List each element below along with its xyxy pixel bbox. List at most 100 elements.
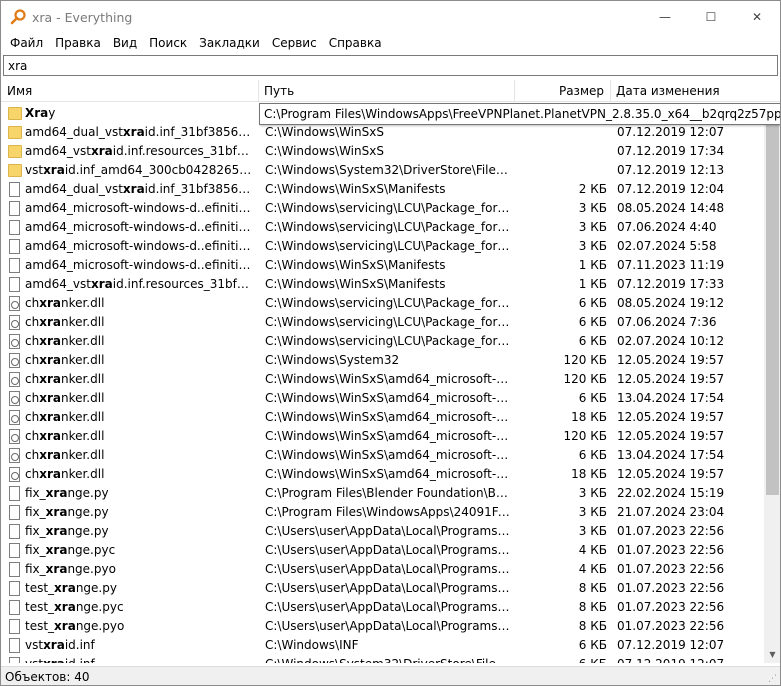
cell-name: fix_xrange.pyo — [25, 562, 116, 576]
cell-path: C:\Windows\WinSxS\amd64_microsoft-wind..… — [265, 429, 511, 443]
cell-name: test_xrange.py — [25, 581, 117, 595]
search-input[interactable] — [4, 56, 777, 75]
cell-name: amd64_microsoft-windows-d..efinition-a..… — [25, 201, 255, 215]
table-row[interactable]: chxranker.dll C:\Windows\WinSxS\amd64_mic… — [1, 465, 764, 484]
column-header: Имя Путь Размер Дата изменения — [1, 80, 780, 102]
file-icon — [8, 619, 22, 634]
dll-file-icon — [8, 334, 22, 349]
file-icon — [8, 239, 22, 254]
menu-help[interactable]: Справка — [323, 33, 388, 53]
cell-path: C:\Windows\System32 — [265, 353, 400, 367]
menu-bookmarks[interactable]: Закладки — [193, 33, 266, 53]
menu-view[interactable]: Вид — [107, 33, 143, 53]
file-icon — [8, 258, 22, 273]
cell-size — [515, 161, 607, 180]
cell-size: 8 КБ — [578, 619, 607, 633]
table-row[interactable]: amd64_vstxraid.inf.resources_31bf3856ad.… — [1, 142, 764, 161]
cell-date: 07.12.2019 17:34 — [617, 144, 725, 158]
table-row[interactable]: vstxraid.inf C:\Windows\INF 6 КБ 07.12.2019… — [1, 636, 764, 655]
cell-path: C:\Windows\WinSxS\Manifests — [265, 258, 446, 272]
folder-icon — [8, 125, 22, 140]
column-header-path[interactable]: Путь — [259, 80, 515, 102]
table-row[interactable]: vstxraid.inf_amd64_300cb04282659e6d C:\Wi… — [1, 161, 764, 180]
menu-bar: Файл Правка Вид Поиск Закладки Сервис Сп… — [1, 33, 780, 53]
table-row[interactable]: chxranker.dll C:\Windows\WinSxS\amd64_mic… — [1, 446, 764, 465]
resize-grip-icon[interactable]: ⋰ — [768, 674, 778, 684]
cell-size: 3 КБ — [578, 201, 607, 215]
table-row[interactable]: fix_xrange.py C:\Users\user\AppData\Local… — [1, 522, 764, 541]
menu-tools[interactable]: Сервис — [266, 33, 323, 53]
cell-date: 02.07.2024 5:58 — [617, 239, 717, 253]
scrollbar-thumb[interactable] — [766, 122, 779, 495]
table-row[interactable]: amd64_microsoft-windows-d..efinition-a..… — [1, 237, 764, 256]
file-icon — [8, 201, 22, 216]
cell-date: 13.04.2024 17:54 — [617, 391, 725, 405]
table-row[interactable]: amd64_dual_vstxraid.inf_31bf3856ad364e..… — [1, 180, 764, 199]
cell-size: 4 КБ — [578, 543, 607, 557]
cell-size: 120 КБ — [563, 353, 607, 367]
cell-path: C:\Users\user\AppData\Local\Programs\GIM… — [265, 600, 511, 614]
table-row[interactable]: chxranker.dll C:\Windows\System32 120 КБ 12… — [1, 351, 764, 370]
table-row[interactable]: fix_xrange.pyo C:\Users\user\AppData\Loca… — [1, 560, 764, 579]
file-icon — [8, 277, 22, 292]
magnifier-app-icon — [10, 9, 26, 25]
table-row[interactable]: test_xrange.py C:\Users\user\AppData\Loca… — [1, 579, 764, 598]
menu-file[interactable]: Файл — [4, 33, 49, 53]
file-icon — [8, 638, 22, 653]
cell-name: amd64_vstxraid.inf.resources_31bf3856ad.… — [25, 144, 255, 158]
cell-size: 6 КБ — [578, 448, 607, 462]
table-row[interactable]: chxranker.dll C:\Windows\servicing\LCU\Pa… — [1, 313, 764, 332]
column-header-name[interactable]: Имя — [1, 80, 259, 102]
close-button[interactable]: ✕ — [734, 1, 780, 33]
column-header-size[interactable]: Размер — [515, 80, 611, 102]
table-row[interactable]: chxranker.dll C:\Windows\WinSxS\amd64_mic… — [1, 427, 764, 446]
column-header-date[interactable]: Дата изменения — [611, 80, 763, 102]
table-row[interactable]: amd64_vstxraid.inf.resources_31bf3856ad.… — [1, 275, 764, 294]
cell-date: 07.12.2019 12:13 — [617, 163, 725, 177]
cell-path: C:\Windows\servicing\LCU\Package_for_Rol… — [265, 201, 511, 215]
cell-date: 12.05.2024 19:57 — [617, 467, 725, 481]
cell-date: 07.06.2024 4:40 — [617, 220, 717, 234]
cell-path: C:\Windows\WinSxS — [265, 125, 384, 139]
table-row[interactable]: chxranker.dll C:\Windows\WinSxS\amd64_mic… — [1, 370, 764, 389]
cell-name: chxranker.dll — [25, 334, 105, 348]
vertical-scrollbar[interactable]: ▲ ▼ — [764, 104, 780, 663]
scroll-down-arrow-icon[interactable]: ▼ — [764, 646, 780, 663]
menu-edit[interactable]: Правка — [49, 33, 107, 53]
cell-size: 2 КБ — [578, 182, 607, 196]
cell-date: 02.07.2024 10:12 — [617, 334, 725, 348]
table-row[interactable]: fix_xrange.py C:\Program Files\WindowsApp… — [1, 503, 764, 522]
table-row[interactable]: amd64_microsoft-windows-d..efinition-a..… — [1, 199, 764, 218]
table-row[interactable]: chxranker.dll C:\Windows\servicing\LCU\Pa… — [1, 332, 764, 351]
cell-path: C:\Windows\WinSxS\amd64_microsoft-wind..… — [265, 467, 511, 481]
table-row[interactable]: test_xrange.pyc C:\Users\user\AppData\Loc… — [1, 598, 764, 617]
table-row[interactable]: amd64_microsoft-windows-d..efinition-a..… — [1, 256, 764, 275]
cell-path: C:\Program Files\WindowsApps\24091FileFo… — [265, 505, 511, 519]
cell-name: chxranker.dll — [25, 391, 105, 405]
table-row[interactable]: chxranker.dll C:\Windows\WinSxS\amd64_mic… — [1, 408, 764, 427]
cell-date: 01.07.2023 22:56 — [617, 581, 725, 595]
table-row[interactable]: chxranker.dll C:\Windows\WinSxS\amd64_mic… — [1, 389, 764, 408]
cell-path: C:\Windows\servicing\LCU\Package_for_Rol… — [265, 239, 511, 253]
table-row[interactable]: amd64_microsoft-windows-d..efinition-a..… — [1, 218, 764, 237]
table-row[interactable]: vstxraid.inf C:\Windows\System32\DriverSt… — [1, 655, 764, 663]
cell-name: test_xrange.pyo — [25, 619, 125, 633]
table-row[interactable]: test_xrange.pyo C:\Users\user\AppData\Loc… — [1, 617, 764, 636]
title-bar[interactable]: xra - Everything — ☐ ✕ — [1, 1, 780, 33]
maximize-button[interactable]: ☐ — [688, 1, 734, 33]
file-icon — [8, 581, 22, 596]
cell-path: C:\Program Files\Blender Foundation\Blen… — [265, 486, 511, 500]
cell-size: 6 КБ — [578, 638, 607, 652]
cell-path: C:\Windows\WinSxS\Manifests — [265, 277, 446, 291]
table-row[interactable]: fix_xrange.pyc C:\Users\user\AppData\Loca… — [1, 541, 764, 560]
table-row[interactable]: fix_xrange.py C:\Program Files\Blender Fo… — [1, 484, 764, 503]
status-count: Объектов: 40 — [5, 670, 90, 684]
table-row[interactable]: chxranker.dll C:\Windows\servicing\LCU\Pa… — [1, 294, 764, 313]
cell-path: C:\Windows\WinSxS\amd64_microsoft-wind..… — [265, 448, 511, 462]
dll-file-icon — [8, 372, 22, 387]
menu-search[interactable]: Поиск — [143, 33, 193, 53]
cell-date: 07.12.2019 17:33 — [617, 277, 725, 291]
minimize-button[interactable]: — — [642, 1, 688, 33]
status-bar: Объектов: 40 ⋰ — [1, 666, 780, 685]
table-row[interactable]: amd64_dual_vstxraid.inf_31bf3856ad364e..… — [1, 123, 764, 142]
